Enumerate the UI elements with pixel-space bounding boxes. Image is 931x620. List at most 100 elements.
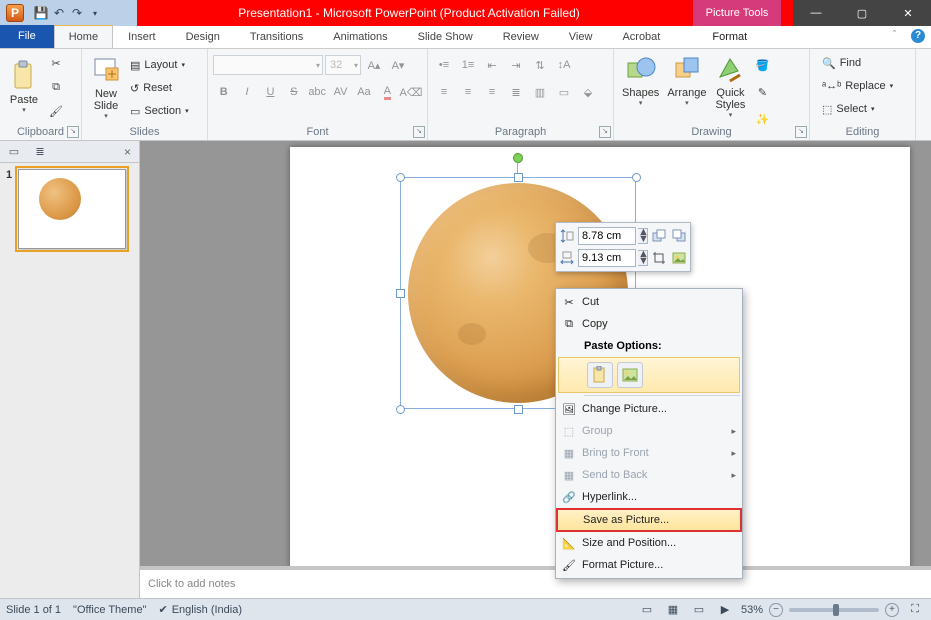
font-size-combo[interactable]: 32▾ bbox=[325, 55, 361, 75]
tab-transitions[interactable]: Transitions bbox=[235, 25, 318, 48]
spellcheck-icon[interactable]: ✔ bbox=[158, 603, 167, 616]
zoom-level[interactable]: 53% bbox=[741, 604, 763, 616]
language-indicator[interactable]: English (India) bbox=[172, 604, 242, 616]
paragraph-dialog-launcher[interactable]: ↘ bbox=[599, 126, 611, 138]
minimize-ribbon-icon[interactable]: ˆ bbox=[893, 29, 905, 41]
slide-thumbnail-preview[interactable] bbox=[18, 169, 126, 249]
tab-review[interactable]: Review bbox=[488, 25, 554, 48]
resize-handle-s[interactable] bbox=[514, 405, 523, 414]
quick-styles-button[interactable]: Quick Styles▾ bbox=[710, 51, 750, 121]
slide-thumbnail[interactable]: 1 bbox=[6, 169, 133, 249]
help-icon[interactable]: ? bbox=[911, 29, 925, 43]
ctx-save-as-picture[interactable]: Save as Picture... bbox=[556, 508, 742, 532]
cut-icon[interactable]: ✂ bbox=[45, 52, 67, 74]
resize-handle-ne[interactable] bbox=[632, 173, 641, 182]
layout-button[interactable]: ▤Layout▾ bbox=[126, 55, 193, 75]
columns-icon[interactable]: ▥ bbox=[529, 81, 551, 103]
resize-handle-nw[interactable] bbox=[396, 173, 405, 182]
tab-acrobat[interactable]: Acrobat bbox=[607, 25, 675, 48]
width-input[interactable]: 9.13 cm bbox=[578, 249, 636, 267]
tab-insert[interactable]: Insert bbox=[113, 25, 171, 48]
font-color-icon[interactable]: A bbox=[377, 81, 398, 103]
zoom-out-button[interactable]: − bbox=[769, 603, 783, 617]
close-button[interactable]: ✕ bbox=[885, 0, 931, 26]
powerpoint-logo-icon[interactable]: P bbox=[6, 4, 24, 22]
qat-customize-icon[interactable]: ▾ bbox=[87, 5, 103, 21]
numbering-icon[interactable]: 1≡ bbox=[457, 54, 479, 76]
select-button[interactable]: ⬚Select▾ bbox=[818, 99, 911, 119]
underline-icon[interactable]: U bbox=[260, 81, 281, 103]
zoom-slider[interactable] bbox=[789, 608, 879, 612]
new-slide-button[interactable]: New Slide ▾ bbox=[86, 52, 126, 122]
crop-icon[interactable] bbox=[650, 249, 668, 267]
find-button[interactable]: 🔍Find bbox=[818, 53, 911, 73]
italic-icon[interactable]: I bbox=[236, 81, 257, 103]
clear-formatting-icon[interactable]: A⌫ bbox=[400, 81, 422, 103]
align-center-icon[interactable]: ≡ bbox=[457, 81, 479, 103]
shape-fill-icon[interactable]: 🪣 bbox=[751, 54, 773, 76]
align-right-icon[interactable]: ≡ bbox=[481, 81, 503, 103]
resize-handle-w[interactable] bbox=[396, 289, 405, 298]
format-painter-icon[interactable]: 🖌 bbox=[45, 100, 67, 122]
width-spinner[interactable]: ▲▼ bbox=[638, 250, 648, 266]
text-shadow-icon[interactable]: abc bbox=[307, 81, 328, 103]
height-input[interactable]: 8.78 cm bbox=[578, 227, 636, 245]
convert-smartart-icon[interactable]: ⬙ bbox=[577, 81, 599, 103]
tab-animations[interactable]: Animations bbox=[318, 25, 402, 48]
paste-picture-icon[interactable] bbox=[617, 362, 643, 388]
minimize-button[interactable]: — bbox=[793, 0, 839, 26]
tab-format[interactable]: Format bbox=[697, 25, 762, 48]
section-button[interactable]: ▭Section▾ bbox=[126, 101, 193, 121]
file-tab[interactable]: File bbox=[0, 25, 54, 48]
undo-icon[interactable]: ↶ bbox=[51, 5, 67, 21]
resize-handle-sw[interactable] bbox=[396, 405, 405, 414]
paste-button[interactable]: Paste ▾ bbox=[4, 58, 44, 116]
slide-canvas[interactable]: Click to add notes bbox=[140, 141, 931, 598]
ctx-format-picture[interactable]: 🖌 Format Picture... bbox=[556, 554, 742, 576]
slideshow-view-icon[interactable]: ▶ bbox=[715, 602, 735, 618]
increase-font-icon[interactable]: A▴ bbox=[363, 54, 385, 76]
resize-handle-n[interactable] bbox=[514, 173, 523, 182]
rotate-handle[interactable] bbox=[513, 153, 523, 163]
strikethrough-icon[interactable]: S bbox=[283, 81, 304, 103]
sorter-view-icon[interactable]: ▦ bbox=[663, 602, 683, 618]
justify-icon[interactable]: ≣ bbox=[505, 81, 527, 103]
drawing-dialog-launcher[interactable]: ↘ bbox=[795, 126, 807, 138]
font-name-combo[interactable]: ▾ bbox=[213, 55, 323, 75]
decrease-indent-icon[interactable]: ⇤ bbox=[481, 54, 503, 76]
send-backward-icon[interactable] bbox=[670, 227, 688, 245]
ctx-cut[interactable]: ✂ Cut bbox=[556, 291, 742, 313]
copy-icon[interactable]: ⧉ bbox=[45, 76, 67, 98]
arrange-button[interactable]: Arrange▾ bbox=[663, 51, 710, 109]
increase-indent-icon[interactable]: ⇥ bbox=[505, 54, 527, 76]
shapes-button[interactable]: Shapes▾ bbox=[618, 51, 663, 109]
save-icon[interactable]: 💾 bbox=[33, 5, 49, 21]
height-spinner[interactable]: ▲▼ bbox=[638, 228, 648, 244]
ctx-copy[interactable]: ⧉ Copy bbox=[556, 313, 742, 335]
font-dialog-launcher[interactable]: ↘ bbox=[413, 126, 425, 138]
reset-button[interactable]: ↺Reset bbox=[126, 78, 193, 98]
align-text-icon[interactable]: ▭ bbox=[553, 81, 575, 103]
replace-button[interactable]: ᵃ↔ᵇReplace▾ bbox=[818, 76, 911, 96]
text-direction-icon[interactable]: ↕A bbox=[553, 54, 575, 76]
slides-view-icon[interactable]: ▭ bbox=[4, 144, 24, 160]
reading-view-icon[interactable]: ▭ bbox=[689, 602, 709, 618]
tab-home[interactable]: Home bbox=[54, 25, 113, 48]
decrease-font-icon[interactable]: A▾ bbox=[387, 54, 409, 76]
fit-to-window-icon[interactable]: ⛶ bbox=[905, 602, 925, 618]
change-case-icon[interactable]: Aa bbox=[353, 81, 374, 103]
paste-keep-source-icon[interactable] bbox=[587, 362, 613, 388]
ctx-change-picture[interactable]: 🖼 Change Picture... bbox=[556, 398, 742, 420]
bullets-icon[interactable]: •≡ bbox=[433, 54, 455, 76]
ctx-size-and-position[interactable]: 📐 Size and Position... bbox=[556, 532, 742, 554]
zoom-slider-thumb[interactable] bbox=[833, 604, 839, 616]
tab-design[interactable]: Design bbox=[171, 25, 235, 48]
zoom-in-button[interactable]: + bbox=[885, 603, 899, 617]
picture-styles-icon[interactable] bbox=[670, 249, 688, 267]
outline-view-icon[interactable]: ≣ bbox=[30, 144, 50, 160]
tab-slideshow[interactable]: Slide Show bbox=[403, 25, 488, 48]
bring-forward-icon[interactable] bbox=[650, 227, 668, 245]
normal-view-icon[interactable]: ▭ bbox=[637, 602, 657, 618]
clipboard-dialog-launcher[interactable]: ↘ bbox=[67, 126, 79, 138]
ctx-hyperlink[interactable]: 🔗 Hyperlink... bbox=[556, 486, 742, 508]
